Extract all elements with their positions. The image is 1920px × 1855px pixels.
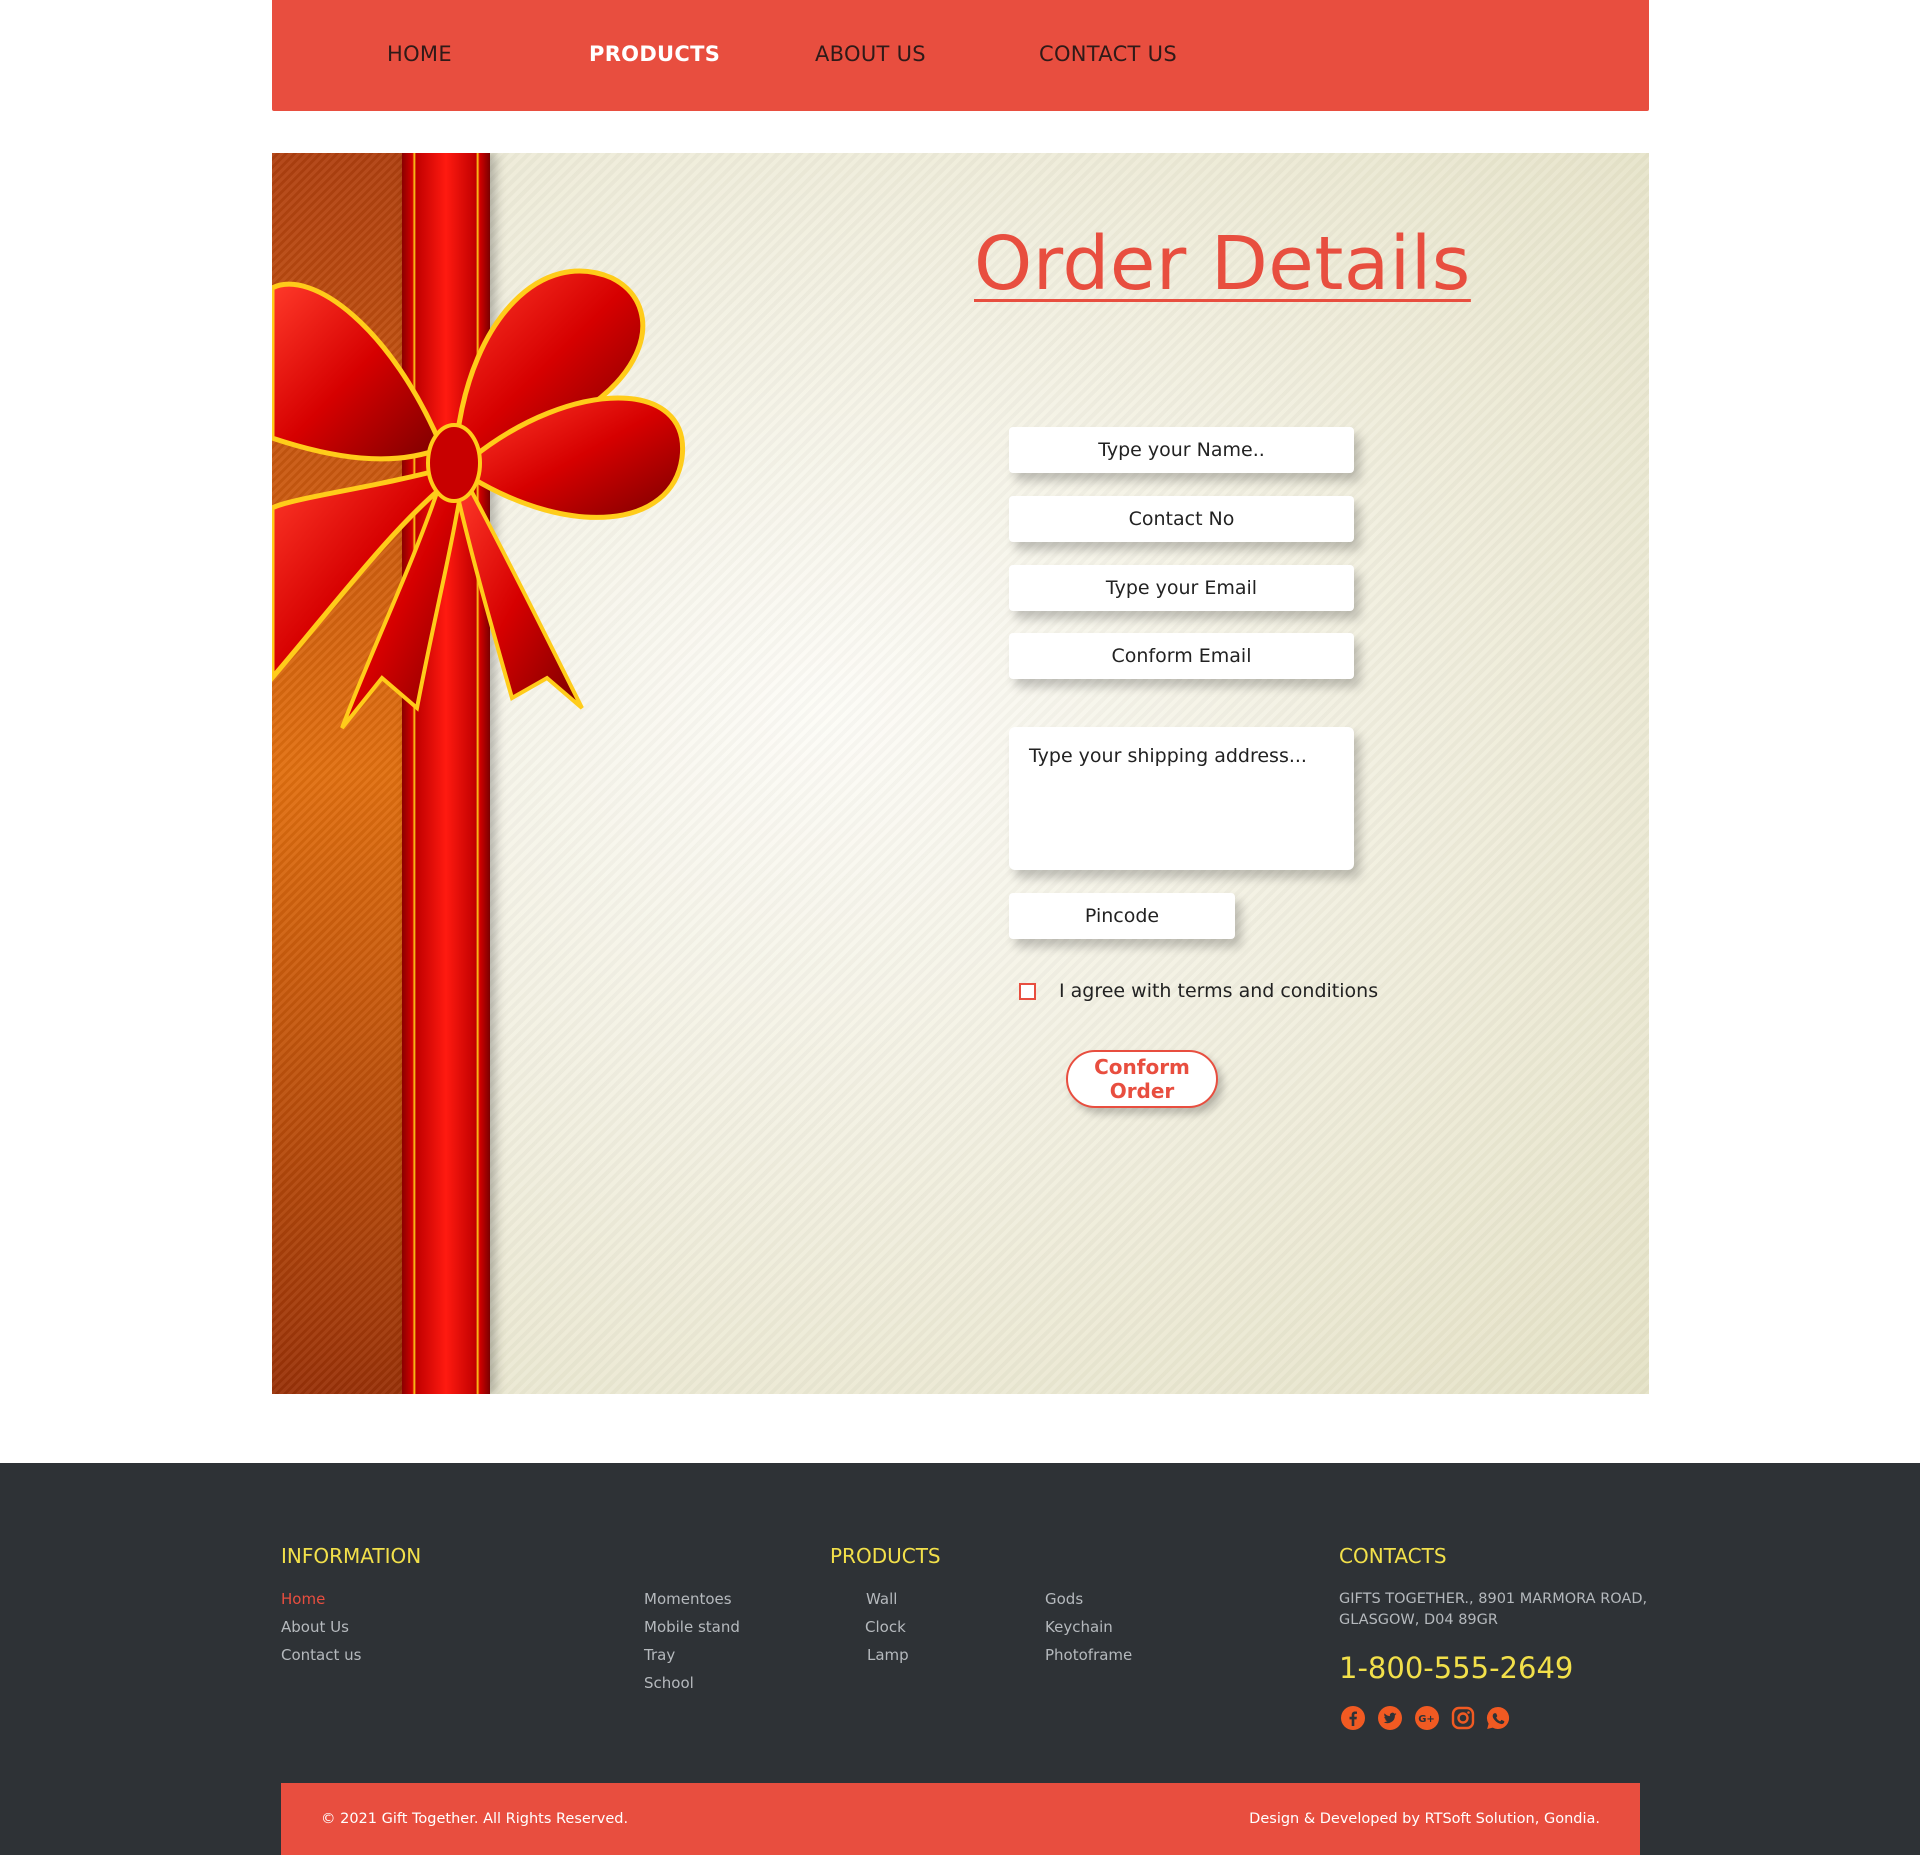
company-address: GIFTS TOGETHER., 8901 MARMORA ROAD, GLAS… <box>1339 1591 1648 1628</box>
footer-information-heading: INFORMATION <box>281 1544 422 1568</box>
footer-product-link[interactable]: Wall <box>866 1590 897 1608</box>
footer-product-link[interactable]: Photoframe <box>1045 1646 1132 1664</box>
nav-about-us[interactable]: ABOUT US <box>815 42 926 66</box>
top-navigation: HOME PRODUCTS ABOUT US CONTACT US <box>272 0 1649 111</box>
order-details-title: Order Details <box>974 221 1471 307</box>
terms-label: I agree with terms and conditions <box>1059 980 1379 1002</box>
nav-home[interactable]: HOME <box>387 42 452 66</box>
footer-product-link[interactable]: Momentoes <box>644 1590 732 1608</box>
footer-product-link[interactable]: Clock <box>865 1618 906 1636</box>
shipping-address-textarea[interactable] <box>1009 727 1354 870</box>
footer-product-link[interactable]: Gods <box>1045 1590 1083 1608</box>
terms-checkbox[interactable] <box>1019 983 1036 1000</box>
footer-product-link[interactable]: Lamp <box>867 1646 909 1664</box>
whatsapp-icon[interactable] <box>1485 1705 1511 1731</box>
name-input[interactable] <box>1009 427 1354 473</box>
contact-number-input[interactable] <box>1009 496 1354 542</box>
nav-contact-us[interactable]: CONTACT US <box>1039 42 1177 66</box>
instagram-icon[interactable] <box>1450 1705 1476 1731</box>
footer-link-contact-us[interactable]: Contact us <box>281 1646 361 1664</box>
footer-products-heading: PRODUCTS <box>830 1544 941 1568</box>
confirm-email-input[interactable] <box>1009 633 1354 679</box>
order-hero: Order Details I agree with terms and con… <box>272 153 1649 1394</box>
facebook-icon[interactable] <box>1340 1705 1366 1731</box>
phone-number[interactable]: 1-800-555-2649 <box>1339 1651 1573 1685</box>
footer-link-about-us[interactable]: About Us <box>281 1618 349 1636</box>
copyright-text: © 2021 Gift Together. All Rights Reserve… <box>321 1811 629 1827</box>
confirm-order-button[interactable]: Conform Order <box>1066 1050 1218 1108</box>
gift-bow-image <box>272 268 686 730</box>
email-input[interactable] <box>1009 565 1354 611</box>
copyright-bar: © 2021 Gift Together. All Rights Reserve… <box>281 1783 1640 1855</box>
developer-credit: Design & Developed by RTSoft Solution, G… <box>1249 1811 1600 1827</box>
footer-link-home[interactable]: Home <box>281 1590 325 1608</box>
google-plus-icon[interactable]: G+ <box>1414 1705 1440 1731</box>
footer-product-link[interactable]: Mobile stand <box>644 1618 740 1636</box>
pincode-input[interactable] <box>1009 893 1235 939</box>
footer-product-link[interactable]: Keychain <box>1045 1618 1113 1636</box>
nav-products[interactable]: PRODUCTS <box>589 42 720 66</box>
twitter-icon[interactable] <box>1377 1705 1403 1731</box>
footer-product-link[interactable]: School <box>644 1674 694 1692</box>
site-footer: INFORMATION Home About Us Contact us PRO… <box>0 1463 1920 1855</box>
footer-contacts-heading: CONTACTS <box>1339 1544 1447 1568</box>
footer-product-link[interactable]: Tray <box>644 1646 675 1664</box>
svg-text:G+: G+ <box>1418 1714 1435 1725</box>
